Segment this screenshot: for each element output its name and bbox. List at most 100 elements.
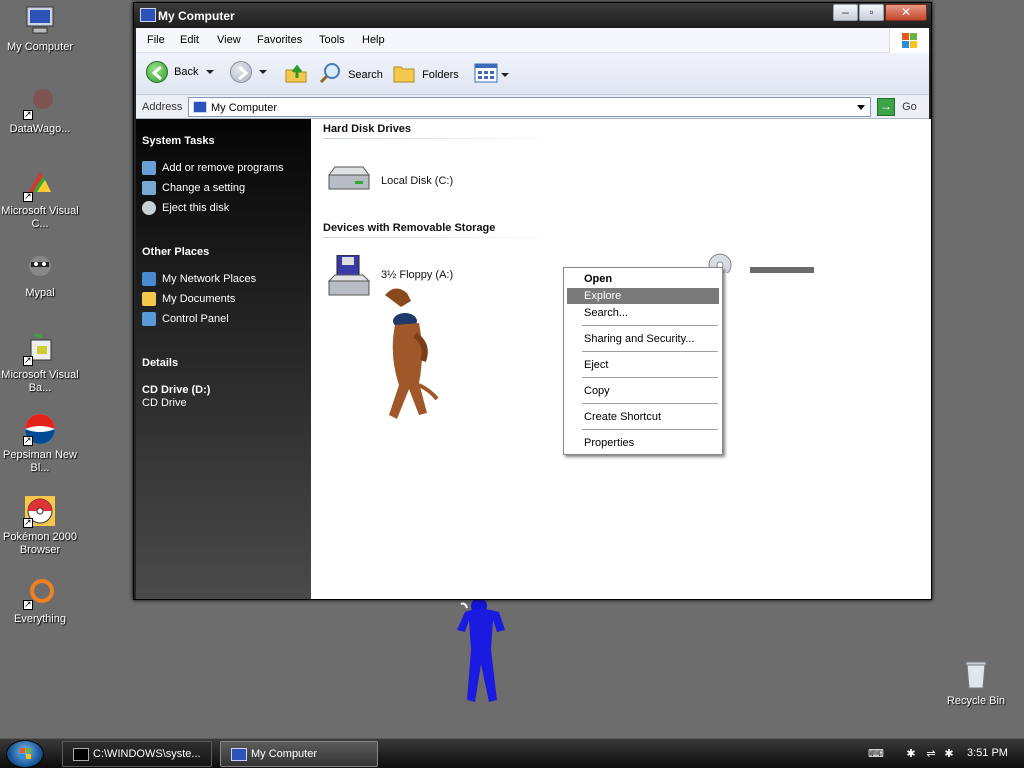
- raccoon-icon: [23, 250, 57, 284]
- back-arrow-icon: [146, 61, 168, 83]
- my-computer-icon: [140, 8, 156, 22]
- desktop-icon-label: Microsoft Visual C...: [1, 205, 79, 230]
- task-add-remove-programs[interactable]: Add or remove programs: [142, 161, 284, 175]
- menu-separator: [582, 403, 718, 404]
- desktop-icon-label: Mypal: [25, 287, 55, 299]
- drive-label: 3½ Floppy (A:): [381, 269, 454, 281]
- windows-logo-icon: [20, 748, 31, 759]
- system-tasks-title[interactable]: System Tasks: [142, 135, 215, 147]
- address-value: My Computer: [211, 102, 278, 114]
- menu-item-create-shortcut[interactable]: Create Shortcut: [567, 409, 719, 425]
- go-label: Go: [902, 101, 917, 113]
- maximize-button[interactable]: ▫: [859, 4, 884, 21]
- folders-button[interactable]: Folders: [392, 61, 459, 87]
- details-title[interactable]: Details: [142, 357, 178, 369]
- add-remove-programs-icon: [142, 161, 156, 175]
- network-icon[interactable]: ⇌: [924, 748, 938, 760]
- desktop-icon-datawagon[interactable]: DataWago...: [0, 86, 80, 136]
- minimize-button[interactable]: –: [833, 4, 858, 21]
- taskbar-button-command-prompt[interactable]: C:\WINDOWS\syste...: [62, 741, 212, 767]
- menu-separator: [582, 429, 718, 430]
- menu-tools[interactable]: Tools: [319, 34, 345, 46]
- menu-favorites[interactable]: Favorites: [257, 34, 302, 46]
- desktop-icon-label: Pokémon 2000 Browser: [3, 531, 77, 556]
- go-arrow-icon: →: [877, 98, 895, 116]
- datawagon-icon: [23, 86, 57, 121]
- views-dropdown-icon[interactable]: [501, 72, 510, 77]
- go-button[interactable]: → Go: [877, 98, 917, 116]
- close-button[interactable]: ✕: [885, 4, 927, 21]
- computer-icon: [23, 4, 57, 38]
- views-button[interactable]: [474, 61, 510, 87]
- windows-logo-icon: [889, 28, 929, 53]
- address-bar: Address My Computer → Go: [136, 95, 929, 119]
- menu-edit[interactable]: Edit: [180, 34, 199, 46]
- menu-file[interactable]: File: [147, 34, 165, 46]
- pokeball-icon: [23, 494, 57, 529]
- address-input[interactable]: My Computer: [188, 97, 871, 117]
- details-name: CD Drive (D:): [142, 384, 211, 396]
- desktop-icon-label: Pepsiman New Bl...: [3, 449, 77, 474]
- desktop-icon-label: My Computer: [6, 41, 74, 53]
- menu-view[interactable]: View: [217, 34, 241, 46]
- forward-dropdown-icon[interactable]: [259, 70, 268, 74]
- documents-folder-icon: [142, 292, 156, 306]
- desktop-icon-visual-basic[interactable]: Microsoft Visual Ba...: [0, 332, 80, 395]
- taskbar-button-label: My Computer: [251, 748, 318, 760]
- context-menu: Open Explore Search... Sharing and Secur…: [563, 267, 723, 455]
- menu-item-properties[interactable]: Properties: [567, 435, 719, 451]
- address-dropdown-icon[interactable]: [854, 100, 868, 114]
- tray-figure-icon[interactable]: ✱: [904, 748, 918, 760]
- forward-arrow-icon: [230, 61, 252, 83]
- hard-disk-icon: [325, 161, 373, 201]
- everything-icon: [23, 576, 57, 611]
- my-computer-window: My Computer – ▫ ✕ File Edit View Favorit…: [133, 2, 932, 600]
- taskbar-button-label: C:\WINDOWS\syste...: [93, 748, 201, 760]
- address-label: Address: [142, 101, 183, 113]
- back-button[interactable]: Back: [146, 61, 214, 87]
- search-label: Search: [348, 68, 383, 81]
- taskbar-button-my-computer[interactable]: My Computer: [220, 741, 378, 767]
- search-icon: [318, 61, 342, 88]
- back-dropdown-icon[interactable]: [205, 70, 214, 74]
- hard-disk-drives-header: Hard Disk Drives: [323, 123, 412, 135]
- menu-item-explore[interactable]: Explore: [567, 288, 719, 304]
- forward-button[interactable]: [230, 61, 268, 87]
- task-pane: System Tasks Add or remove programs Chan…: [136, 119, 311, 599]
- visual-basic-icon: [23, 332, 57, 367]
- search-button[interactable]: Search: [318, 61, 383, 87]
- desktop-icon-label: Everything: [14, 613, 66, 625]
- menu-item-sharing-security[interactable]: Sharing and Security...: [567, 331, 719, 347]
- task-eject-disk[interactable]: Eject this disk: [142, 201, 229, 215]
- desktop-icon-label: Microsoft Visual Ba...: [1, 369, 79, 394]
- tray-figure-icon[interactable]: ✱: [942, 748, 956, 760]
- menu-item-open[interactable]: Open: [567, 271, 719, 287]
- place-control-panel[interactable]: Control Panel: [142, 312, 229, 326]
- start-button[interactable]: [6, 740, 44, 768]
- place-my-documents[interactable]: My Documents: [142, 292, 235, 306]
- other-places-title[interactable]: Other Places: [142, 246, 209, 258]
- menu-item-eject[interactable]: Eject: [567, 357, 719, 373]
- menu-item-copy[interactable]: Copy: [567, 383, 719, 399]
- desktop-icon-visual-c[interactable]: Microsoft Visual C...: [0, 168, 80, 231]
- desktop-icon-label: DataWago...: [9, 123, 71, 135]
- menu-item-search[interactable]: Search...: [567, 305, 719, 321]
- menu-help[interactable]: Help: [362, 34, 385, 46]
- up-folder-button[interactable]: [284, 61, 308, 87]
- clock[interactable]: 3:51 PM: [967, 747, 1008, 759]
- back-label: Back: [174, 66, 199, 78]
- desktop-icon-pokemon-browser[interactable]: Pokémon 2000 Browser: [0, 494, 80, 557]
- title-bar[interactable]: My Computer – ▫ ✕: [134, 3, 931, 28]
- desktop-icon-recycle-bin[interactable]: Recycle Bin: [936, 658, 1016, 708]
- desktop-icon-mypal[interactable]: Mypal: [0, 250, 80, 300]
- keyboard-icon[interactable]: ⌨: [868, 748, 884, 760]
- desktop-icon-label: Recycle Bin: [946, 695, 1006, 707]
- dancing-dog-image: [385, 288, 439, 419]
- desktop-icon-everything[interactable]: Everything: [0, 576, 80, 626]
- up-folder-icon: [284, 61, 308, 88]
- desktop-icon-pepsiman[interactable]: Pepsiman New Bl...: [0, 412, 80, 475]
- desktop-icon-my-computer[interactable]: My Computer: [0, 4, 80, 54]
- task-change-setting[interactable]: Change a setting: [142, 181, 245, 195]
- place-my-network-places[interactable]: My Network Places: [142, 272, 256, 286]
- taskbar: C:\WINDOWS\syste... My Computer ⌨ ✱ ⇌ ✱ …: [0, 738, 1024, 768]
